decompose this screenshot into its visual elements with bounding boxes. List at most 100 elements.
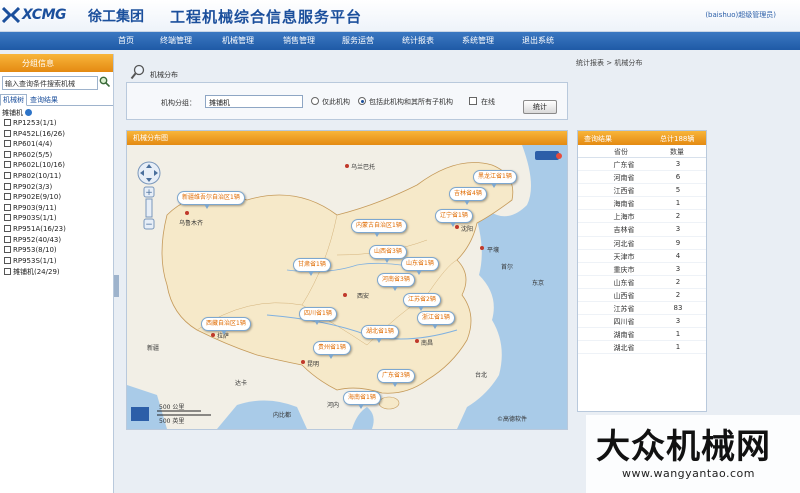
sidebar-search-input[interactable]: 输入查询条件搜索机械 <box>2 76 98 90</box>
tree-item[interactable]: RP452L(16/26) <box>0 129 113 141</box>
table-row[interactable]: 山东省 2 <box>578 276 706 289</box>
map-marker-bubble[interactable]: 广东省3辆 <box>377 369 415 387</box>
tree-item[interactable]: RP1253(1/1) <box>0 119 113 130</box>
place-label: 昆明 <box>307 361 319 368</box>
place-label: 首尔 <box>501 263 513 271</box>
radio-include-children[interactable] <box>358 97 366 105</box>
checkbox-icon[interactable] <box>4 182 11 190</box>
province-cell: 山西省 <box>613 291 635 300</box>
map-marker-bubble[interactable]: 新疆维吾尔自治区1辆 <box>177 191 245 209</box>
table-row[interactable]: 江西省 5 <box>578 184 706 198</box>
table-row[interactable]: 上海市 2 <box>578 210 706 224</box>
table-row[interactable]: 广东省 3 <box>578 158 706 172</box>
table-row[interactable]: 海南省 1 <box>578 197 706 211</box>
checkbox-icon[interactable] <box>4 256 11 264</box>
checkbox-icon[interactable] <box>4 268 11 276</box>
checkbox-icon[interactable] <box>4 140 11 148</box>
checkbox-icon[interactable] <box>4 171 11 179</box>
sidebar: 分组信息 输入查询条件搜索机械 机械树 查询结果 摊铺机 RP1253(1/1)… <box>0 54 114 493</box>
svg-text:+: + <box>145 188 153 198</box>
checkbox-icon[interactable] <box>4 203 11 211</box>
map-pan-control[interactable] <box>137 161 161 185</box>
tree-root[interactable]: 摊铺机 <box>0 108 113 119</box>
table-row[interactable]: 江苏省 83 <box>578 302 706 316</box>
nav-terminal[interactable]: 终端管理 <box>160 35 192 46</box>
checkbox-icon[interactable] <box>4 119 11 126</box>
tree-item[interactable]: RP953(8/10) <box>0 246 113 257</box>
checkbox-icon[interactable] <box>4 193 11 201</box>
map-marker-bubble[interactable]: 甘肃省1辆 <box>293 258 331 276</box>
org-group-label: 机构分组： <box>161 99 196 107</box>
nav-system[interactable]: 系统管理 <box>462 35 494 46</box>
table-row[interactable]: 吉林省 3 <box>578 223 706 237</box>
tree-item[interactable]: RP953S(1/1) <box>0 256 113 268</box>
col-province: 省份 <box>614 148 628 156</box>
current-user[interactable]: (baishuo)超级管理员) <box>705 10 776 20</box>
map-marker-bubble[interactable]: 吉林省4辆 <box>449 187 487 205</box>
map-marker-bubble[interactable]: 西藏自治区1辆 <box>201 317 251 335</box>
tree-item[interactable]: RP903(9/11) <box>0 203 113 215</box>
map-marker-bubble[interactable]: 海南省1辆 <box>343 391 381 409</box>
table-row[interactable]: 湖南省 1 <box>578 328 706 342</box>
map-marker-bubble[interactable]: 江苏省2辆 <box>403 293 441 311</box>
map-marker-bubble[interactable]: 河南省3辆 <box>377 273 415 291</box>
count-cell: 6 <box>675 173 681 182</box>
tree-item[interactable]: RP602(5/5) <box>0 150 113 162</box>
map-marker-bubble[interactable]: 湖北省1辆 <box>361 325 399 343</box>
map-marker-bubble[interactable]: 四川省1辆 <box>299 307 337 325</box>
map-zoom-control[interactable]: + − <box>143 186 155 230</box>
nav-machinery[interactable]: 机械管理 <box>222 35 254 46</box>
tab-query-result[interactable]: 查询结果 <box>28 95 60 105</box>
table-row[interactable]: 湖北省 1 <box>578 341 706 355</box>
table-row[interactable]: 山西省 2 <box>578 289 706 303</box>
checkbox-icon[interactable] <box>4 161 11 169</box>
province-cell: 上海市 <box>613 213 635 222</box>
tree-item[interactable]: RP602L(10/16) <box>0 161 113 172</box>
tree-item[interactable]: 摊铺机(24/29) <box>0 267 113 278</box>
online-checkbox[interactable] <box>469 97 477 105</box>
tree-item[interactable]: RP802(10/11) <box>0 171 113 183</box>
place-label: 达卡 <box>235 379 247 387</box>
map-canvas[interactable]: + − 500 公里 500 英里 ©高德软件 乌兰巴托 乌鲁木齐 新疆 拉萨 … <box>127 145 567 429</box>
map-marker-bubble[interactable]: 贵州省1辆 <box>313 341 351 359</box>
checkbox-icon[interactable] <box>4 150 11 158</box>
map-layer-button[interactable] <box>131 407 149 421</box>
table-row[interactable]: 四川省 3 <box>578 315 706 329</box>
tree-item[interactable]: RP952(40/43) <box>0 235 113 247</box>
table-row[interactable]: 天津市 4 <box>578 250 706 263</box>
nav-logout[interactable]: 退出系统 <box>522 35 554 46</box>
map-marker-bubble[interactable]: 山西省3辆 <box>369 245 407 263</box>
tree-item-label: RP902(3/3) <box>13 182 53 191</box>
checkbox-icon[interactable] <box>4 214 11 222</box>
map-marker-bubble[interactable]: 内蒙古自治区1辆 <box>351 219 407 237</box>
radio-self-only[interactable] <box>311 97 319 105</box>
checked-icon[interactable] <box>25 109 32 116</box>
table-row[interactable]: 河南省 6 <box>578 171 706 185</box>
search-icon[interactable] <box>99 76 110 87</box>
map-marker-bubble[interactable]: 浙江省1辆 <box>417 311 455 329</box>
tree-item[interactable]: RP902E(9/10) <box>0 193 113 204</box>
map-type-button[interactable] <box>535 151 562 160</box>
province-cell: 吉林省 <box>613 226 635 235</box>
map-marker-bubble[interactable]: 黑龙江省1辆 <box>473 170 517 188</box>
nav-sales[interactable]: 销售管理 <box>283 35 315 46</box>
table-row[interactable]: 河北省 9 <box>578 237 706 250</box>
nav-service[interactable]: 服务运营 <box>342 35 374 46</box>
tree-item[interactable]: RP601(4/4) <box>0 140 113 151</box>
map-marker-bubble[interactable]: 辽宁省1辆 <box>435 209 473 227</box>
checkbox-icon[interactable] <box>4 129 11 137</box>
tree-item[interactable]: RP902(3/3) <box>0 182 113 194</box>
table-row[interactable]: 重庆市 3 <box>578 263 706 276</box>
tree-item[interactable]: RP951A(16/23) <box>0 224 113 236</box>
org-group-input[interactable]: 摊铺机 <box>205 95 303 108</box>
map-marker-bubble[interactable]: 山东省1辆 <box>401 257 439 275</box>
checkbox-icon[interactable] <box>4 224 11 232</box>
statistics-button[interactable]: 统计 <box>523 100 557 114</box>
checkbox-icon[interactable] <box>4 235 11 243</box>
tree-item[interactable]: RP903S(1/1) <box>0 214 113 225</box>
checkbox-icon[interactable] <box>4 246 11 254</box>
tab-machine-tree[interactable]: 机械树 <box>0 94 27 106</box>
nav-reports[interactable]: 统计报表 <box>402 35 434 46</box>
nav-home[interactable]: 首页 <box>118 35 134 46</box>
sidebar-collapse-handle[interactable] <box>114 275 119 297</box>
